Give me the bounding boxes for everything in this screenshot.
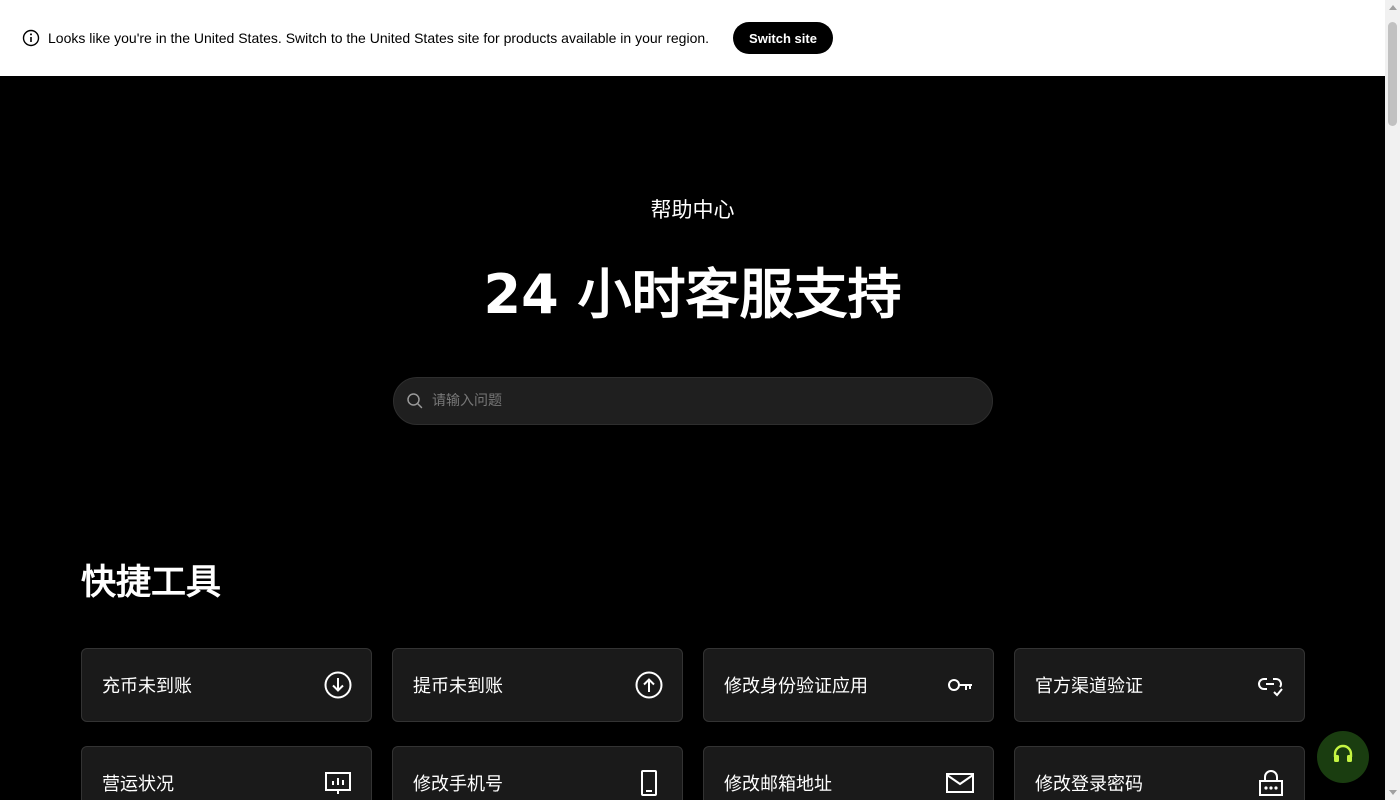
download-circle-icon <box>323 670 353 700</box>
region-banner: Looks like you're in the United States. … <box>0 0 1385 76</box>
mail-icon <box>945 768 975 798</box>
search-input[interactable] <box>432 393 972 409</box>
tool-change-email[interactable]: 修改邮箱地址 <box>703 746 994 800</box>
tool-label: 修改邮箱地址 <box>724 774 832 795</box>
info-icon <box>22 29 40 47</box>
customer-support-button[interactable] <box>1317 731 1369 783</box>
tool-change-login-password[interactable]: 修改登录密码 <box>1014 746 1305 800</box>
scrollbar-thumb[interactable] <box>1388 22 1397 126</box>
tool-withdrawal-not-received[interactable]: 提币未到账 <box>392 648 683 722</box>
search-box[interactable] <box>393 377 993 425</box>
upload-circle-icon <box>634 670 664 700</box>
tool-label: 修改登录密码 <box>1035 774 1143 795</box>
headset-icon <box>1331 743 1355 771</box>
tool-label: 营运状况 <box>102 774 174 795</box>
switch-site-button[interactable]: Switch site <box>733 22 833 54</box>
lock-password-icon <box>1256 768 1286 798</box>
tool-label: 充币未到账 <box>102 676 192 697</box>
quick-tools-title: 快捷工具 <box>81 563 222 603</box>
status-monitor-icon <box>323 768 353 798</box>
scroll-down-arrow-icon[interactable] <box>1389 790 1397 795</box>
search-icon <box>406 392 424 410</box>
scroll-up-arrow-icon[interactable] <box>1389 5 1397 10</box>
link-check-icon <box>1256 670 1286 700</box>
tool-deposit-not-credited[interactable]: 充币未到账 <box>81 648 372 722</box>
tool-label: 官方渠道验证 <box>1035 676 1143 697</box>
tool-label: 修改手机号 <box>413 774 503 795</box>
tool-operational-status[interactable]: 营运状况 <box>81 746 372 800</box>
tool-label: 提币未到账 <box>413 676 503 697</box>
tool-label: 修改身份验证应用 <box>724 676 868 697</box>
quick-tools-grid: 充币未到账 提币未到账 修改身份验证应用 官方渠道验证 营运状况 修改手机号 修… <box>81 648 1305 800</box>
page-scrollbar[interactable] <box>1385 0 1400 800</box>
tool-change-phone-number[interactable]: 修改手机号 <box>392 746 683 800</box>
help-center-eyebrow: 帮助中心 <box>650 198 735 222</box>
tool-official-channel-verification[interactable]: 官方渠道验证 <box>1014 648 1305 722</box>
region-banner-message: Looks like you're in the United States. … <box>48 30 710 46</box>
tool-change-authenticator[interactable]: 修改身份验证应用 <box>703 648 994 722</box>
mobile-phone-icon <box>634 768 664 798</box>
key-icon <box>945 670 975 700</box>
page-title: 24 小时客服支持 <box>483 263 902 326</box>
